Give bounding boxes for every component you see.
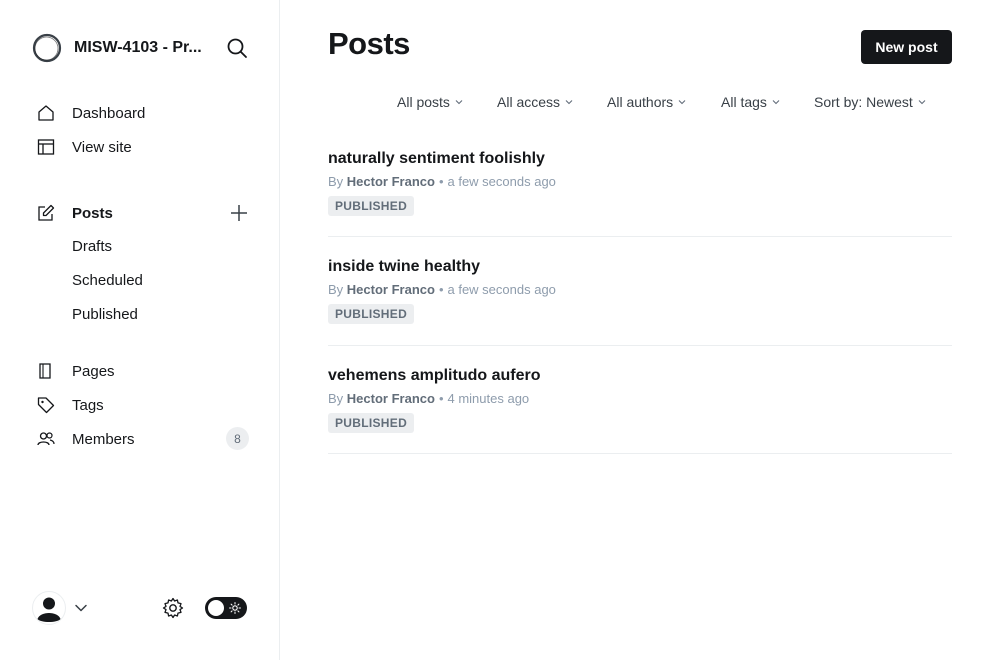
tag-icon — [37, 396, 55, 414]
filter-access-dropdown[interactable]: All access — [497, 94, 573, 110]
toggle-knob — [208, 600, 224, 616]
site-logo-icon — [32, 33, 62, 63]
separator-dot: • — [438, 282, 444, 297]
status-badge: PUBLISHED — [328, 304, 415, 324]
chevron-down-icon — [455, 100, 463, 105]
post-author: Hector Franco — [346, 282, 435, 297]
filter-label: All authors — [607, 94, 674, 110]
sidebar-item-members[interactable]: Members — [37, 427, 135, 451]
post-author: Hector Franco — [346, 391, 435, 406]
post-time: 4 minutes ago — [447, 391, 530, 406]
avatar-icon[interactable] — [32, 591, 66, 625]
post-by-label: By — [328, 282, 344, 297]
sidebar-item-pages[interactable]: Pages — [37, 359, 115, 383]
sidebar-subitem-published[interactable]: Published — [72, 306, 138, 323]
status-badge: PUBLISHED — [328, 196, 415, 216]
edit-icon — [37, 204, 55, 222]
filter-label: Sort by: Newest — [814, 94, 913, 110]
sun-icon — [229, 602, 241, 614]
post-list-item[interactable]: vehemens amplitudo aufero By Hector Fran… — [328, 367, 952, 454]
sidebar-item-view-site[interactable]: View site — [37, 135, 132, 159]
sidebar-item-dashboard[interactable]: Dashboard — [37, 101, 145, 125]
sidebar-item-label: Tags — [72, 396, 104, 414]
chevron-down-icon — [772, 100, 780, 105]
members-icon — [37, 430, 55, 448]
status-badge: PUBLISHED — [328, 413, 415, 433]
add-post-icon[interactable] — [229, 203, 249, 223]
filter-label: All posts — [397, 94, 450, 110]
post-by-label: By — [328, 391, 344, 406]
layout-icon — [37, 138, 55, 156]
filter-type-dropdown[interactable]: All posts — [397, 94, 463, 110]
sidebar-subitem-drafts[interactable]: Drafts — [72, 238, 112, 255]
post-title: vehemens amplitudo aufero — [328, 367, 541, 384]
gear-icon[interactable] — [162, 597, 184, 619]
chevron-down-icon[interactable] — [74, 601, 88, 615]
dark-mode-toggle[interactable] — [205, 597, 247, 619]
filter-label: All tags — [721, 94, 767, 110]
sort-dropdown[interactable]: Sort by: Newest — [814, 94, 926, 110]
post-meta: By Hector Franco • 4 minutes ago — [328, 391, 529, 406]
sidebar-item-tags[interactable]: Tags — [37, 393, 104, 417]
sidebar-item-label: View site — [72, 138, 132, 156]
post-time: a few seconds ago — [447, 282, 556, 297]
post-meta: By Hector Franco • a few seconds ago — [328, 282, 556, 297]
chevron-down-icon — [918, 100, 926, 105]
post-time: a few seconds ago — [447, 174, 556, 189]
separator-dot: • — [438, 391, 444, 406]
page-icon — [37, 362, 55, 380]
search-icon[interactable] — [226, 37, 248, 59]
filter-label: All access — [497, 94, 561, 110]
page-title: Posts — [328, 26, 410, 61]
new-post-button[interactable]: New post — [861, 30, 952, 64]
chevron-down-icon — [678, 100, 686, 105]
post-title: naturally sentiment foolishly — [328, 150, 545, 167]
post-by-label: By — [328, 174, 344, 189]
sidebar-item-label: Members — [72, 430, 135, 448]
post-list-item[interactable]: naturally sentiment foolishly By Hector … — [328, 150, 952, 237]
filter-tags-dropdown[interactable]: All tags — [721, 94, 780, 110]
sidebar-subitem-scheduled[interactable]: Scheduled — [72, 272, 143, 289]
post-title: inside twine healthy — [328, 258, 481, 275]
members-count-badge: 8 — [226, 427, 249, 450]
chevron-down-icon — [565, 100, 573, 105]
site-title: MISW-4103 - Pr... — [74, 39, 202, 56]
sidebar: MISW-4103 - Pr... Dashboard View site Po… — [0, 0, 280, 660]
brand[interactable]: MISW-4103 - Pr... — [32, 32, 202, 64]
post-meta: By Hector Franco • a few seconds ago — [328, 174, 556, 189]
sidebar-item-posts[interactable]: Posts — [37, 201, 113, 225]
home-icon — [37, 104, 55, 122]
sidebar-item-label: Pages — [72, 362, 115, 380]
post-author: Hector Franco — [346, 174, 435, 189]
post-list-item[interactable]: inside twine healthy By Hector Franco • a … — [328, 258, 952, 346]
filter-authors-dropdown[interactable]: All authors — [607, 94, 686, 110]
separator-dot: • — [438, 174, 444, 189]
sidebar-item-label: Posts — [72, 204, 113, 222]
sidebar-item-label: Dashboard — [72, 104, 146, 122]
